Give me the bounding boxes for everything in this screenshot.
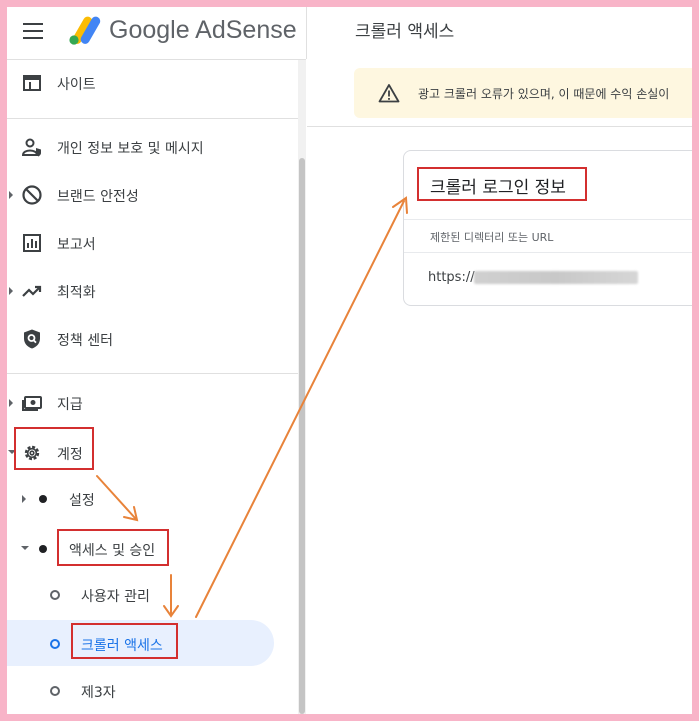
report-icon	[23, 234, 41, 252]
sidebar-nav: 사이트 개인 정보 보호 및 메시지 브랜드 안전성 보고서 최적화 정책 센터…	[1, 60, 298, 714]
sidebar-item-label: 지급	[57, 397, 83, 413]
crawler-error-banner: 광고 크롤러 오류가 있으며, 이 때문에 수익 손실이	[354, 68, 694, 118]
header-divider	[306, 7, 307, 59]
page-title: 크롤러 액세스	[355, 22, 455, 42]
expand-caret-icon[interactable]	[9, 191, 13, 199]
main-content: 광고 크롤러 오류가 있으며, 이 때문에 수익 손실이 크롤러 로그인 정보 …	[307, 60, 699, 714]
sidebar-item-label: 개인 정보 보호 및 메시지	[57, 141, 204, 157]
adsense-logo-icon	[69, 16, 101, 45]
card-divider	[404, 252, 699, 253]
content-divider	[307, 126, 692, 127]
sidebar-item-payments[interactable]: 지급	[7, 382, 298, 422]
bullet-dot-icon	[39, 545, 47, 553]
annotation-box-crawler-access	[71, 623, 178, 659]
sidebar-item-label: 사이트	[57, 77, 96, 93]
block-icon	[22, 185, 42, 205]
trending-icon	[22, 285, 42, 297]
bullet-ring-icon	[50, 686, 60, 696]
warning-triangle-icon	[378, 84, 400, 103]
site-icon	[23, 75, 41, 91]
nav-divider	[7, 118, 298, 119]
column-header-restricted-url: 제한된 디렉터리 또는 URL	[430, 231, 554, 244]
bullet-ring-icon	[50, 590, 60, 600]
policy-shield-icon	[24, 329, 40, 349]
sidebar-item-policy-center[interactable]: 정책 센터	[7, 318, 298, 358]
restricted-url-value[interactable]: https://	[428, 270, 475, 285]
sidebar-item-reports[interactable]: 보고서	[7, 222, 298, 262]
redacted-url-blur	[474, 271, 638, 284]
collapse-caret-icon[interactable]	[21, 546, 29, 550]
sidebar-item-label: 보고서	[57, 237, 96, 253]
sidebar-item-brand-safety[interactable]: 브랜드 안전성	[7, 174, 298, 214]
expand-caret-icon[interactable]	[22, 495, 26, 503]
annotation-box-card-title	[417, 167, 587, 201]
sidebar-subitem-settings[interactable]: 설정	[7, 478, 298, 518]
sidebar-scrollbar-thumb[interactable]	[299, 158, 305, 714]
sidebar-item-label: 사용자 관리	[81, 589, 150, 605]
app-header: Google AdSense	[7, 7, 306, 60]
card-divider	[404, 219, 699, 220]
privacy-icon	[21, 138, 41, 157]
sidebar-item-site[interactable]: 사이트	[7, 62, 298, 102]
sidebar-item-optimization[interactable]: 최적화	[7, 270, 298, 310]
payments-icon	[22, 396, 42, 411]
nav-divider	[7, 373, 298, 374]
sidebar-item-label: 정책 센터	[57, 333, 113, 349]
sidebar-item-label: 설정	[69, 493, 95, 509]
sidebar-item-label: 제3자	[81, 685, 116, 701]
active-item-indicator	[1, 622, 4, 666]
logo-text: Google AdSense	[109, 16, 297, 44]
bullet-dot-icon	[39, 495, 47, 503]
sidebar-item-label: 최적화	[57, 285, 96, 301]
sidebar-item-privacy[interactable]: 개인 정보 보호 및 메시지	[7, 126, 298, 166]
annotation-box-access-approval	[57, 529, 169, 566]
expand-caret-icon[interactable]	[9, 287, 13, 295]
sidebar-item-label: 브랜드 안전성	[57, 189, 139, 205]
sidebar-subsubitem-third-party[interactable]: 제3자	[7, 670, 298, 710]
warning-text: 광고 크롤러 오류가 있으며, 이 때문에 수익 손실이	[418, 87, 670, 101]
hamburger-menu-icon[interactable]	[23, 23, 43, 41]
expand-caret-icon[interactable]	[9, 399, 13, 407]
bullet-ring-icon	[50, 639, 60, 649]
annotation-box-account	[14, 427, 94, 470]
sidebar-subsubitem-user-management[interactable]: 사용자 관리	[7, 574, 298, 614]
